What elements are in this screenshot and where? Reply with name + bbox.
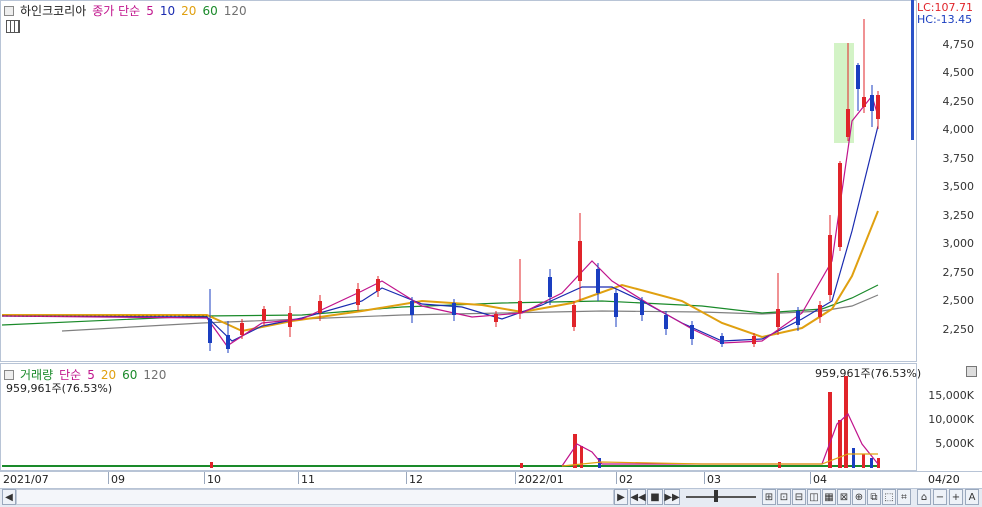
chart-tool-2-icon[interactable]: ⊡ [777, 489, 791, 505]
ma-5-line [2, 94, 879, 347]
chart-tool-10-icon[interactable]: ⌗ [897, 489, 911, 505]
y-tick: 3,250 [942, 209, 975, 222]
x-sep [616, 472, 617, 484]
x-label: 04 [813, 473, 827, 486]
chart-tool-9-icon[interactable]: ⬚ [882, 489, 896, 505]
price-axis[interactable]: LC:107.71 HC:-13.45 4,750 4,500 4,250 4,… [911, 0, 982, 362]
scroll-track[interactable] [16, 489, 614, 505]
chart-tool-3-icon[interactable]: ⊟ [792, 489, 806, 505]
y-tick: 4,000 [942, 123, 975, 136]
vol-y-tick: 15,000K [928, 389, 974, 402]
x-label: 12 [409, 473, 423, 486]
x-label: 03 [707, 473, 721, 486]
rewind-button[interactable]: ◀◀ [630, 489, 646, 505]
chart-tool-1-icon[interactable]: ⊞ [762, 489, 776, 505]
x-sep [704, 472, 705, 484]
chart-tool-6-icon[interactable]: ⊠ [837, 489, 851, 505]
vol-y-tick: 5,000K [935, 437, 974, 450]
x-label: 11 [301, 473, 315, 486]
ma-20-line [2, 210, 879, 339]
y-tick: 2,750 [942, 266, 975, 279]
y-tick: 4,250 [942, 95, 975, 108]
zoom-slider-thumb[interactable] [714, 490, 718, 502]
zoom-in-button[interactable]: + [949, 489, 963, 505]
scroll-left-button[interactable]: ◀ [2, 489, 16, 505]
x-label: 10 [207, 473, 221, 486]
hc-label: HC:-13.45 [917, 13, 973, 26]
x-sep [515, 472, 516, 484]
y-tick: 2,250 [942, 323, 975, 336]
volume-chart[interactable] [2, 364, 914, 470]
ma-120-line [61, 294, 879, 332]
ma-10-line [2, 125, 879, 342]
x-sep [108, 472, 109, 484]
fast-forward-button[interactable]: ▶▶ [664, 489, 680, 505]
candles [208, 19, 880, 353]
y-tick: 3,750 [942, 152, 975, 165]
x-label: 09 [111, 473, 125, 486]
y-tick: 3,000 [942, 237, 975, 250]
zoom-slider[interactable] [686, 496, 756, 498]
x-sep [406, 472, 407, 484]
x-end-label: 04/20 [928, 473, 960, 486]
x-label: 02 [619, 473, 633, 486]
x-axis [0, 471, 982, 489]
volume-axis[interactable]: 15,000K 10,000K 5,000K [917, 363, 982, 471]
x-sep [204, 472, 205, 484]
y-tick: 2,500 [942, 294, 975, 307]
price-axis-marker [911, 0, 914, 140]
scroll-right-button[interactable]: ▶ [614, 489, 628, 505]
price-chart[interactable] [2, 1, 914, 361]
x-sep [298, 472, 299, 484]
x-sep [810, 472, 811, 484]
x-label: 2022/01 [518, 473, 564, 486]
pin-icon[interactable]: ⌂ [917, 489, 931, 505]
vol-y-tick: 10,000K [928, 413, 974, 426]
y-tick: 4,500 [942, 66, 975, 79]
chart-tool-5-icon[interactable]: ▦ [822, 489, 836, 505]
chart-tool-8-icon[interactable]: ⧉ [867, 489, 881, 505]
chart-tool-7-icon[interactable]: ⊕ [852, 489, 866, 505]
y-tick: 3,500 [942, 180, 975, 193]
x-label: 2021/07 [3, 473, 49, 486]
y-tick: 4,750 [942, 38, 975, 51]
volume-bars [210, 376, 880, 468]
stop-button[interactable]: ■ [647, 489, 663, 505]
zoom-out-button[interactable]: − [933, 489, 947, 505]
text-tool-button[interactable]: A [965, 489, 979, 505]
chart-tool-4-icon[interactable]: ◫ [807, 489, 821, 505]
